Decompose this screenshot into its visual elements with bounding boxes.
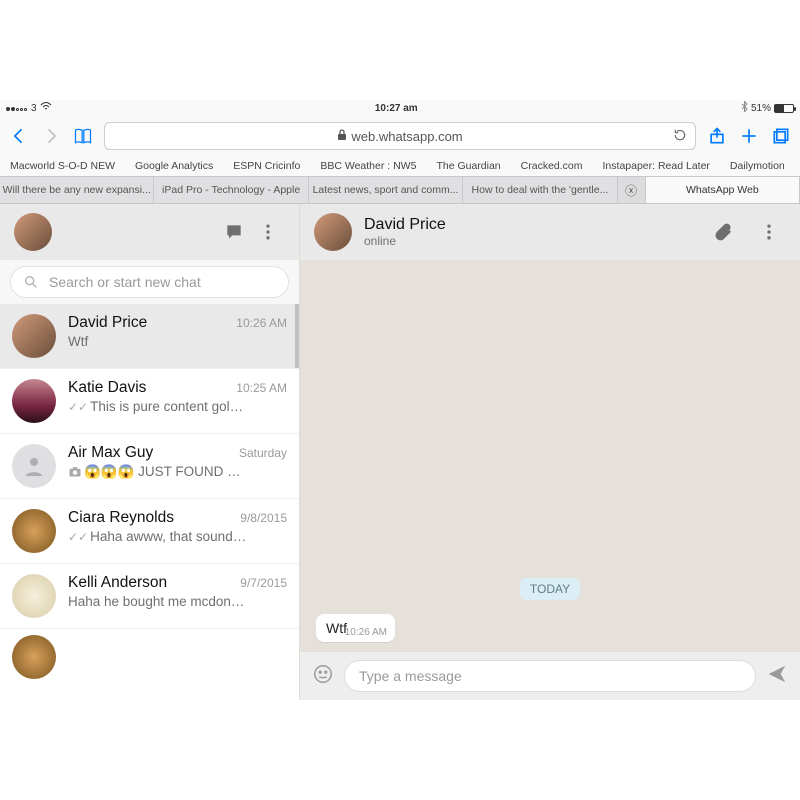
carrier-label: 3 — [31, 103, 37, 114]
last-time: 9/8/2015 — [240, 511, 287, 525]
conversation-name: David Price — [364, 216, 446, 234]
wifi-icon — [40, 102, 52, 114]
tabs-overview-button[interactable] — [770, 125, 792, 147]
forward-button[interactable] — [40, 125, 62, 147]
chat-list-item[interactable]: Kelli Anderson 9/7/2015 Haha he bought me… — [0, 564, 299, 629]
last-time: Saturday — [239, 446, 287, 460]
message-input-bar: Type a message — [300, 652, 800, 700]
new-chat-icon[interactable] — [217, 215, 251, 249]
favorites-bar: Macworld S-O-D NEW Google Analytics ESPN… — [0, 156, 800, 176]
menu-icon[interactable] — [251, 215, 285, 249]
browser-tab[interactable]: How to deal with the 'gentle... — [463, 177, 617, 203]
contact-name: Air Max Guy — [68, 444, 153, 462]
conversation-pane: David Price online TODAY Wtf 10:26 AM Ty… — [300, 204, 800, 700]
last-time: 10:25 AM — [236, 381, 287, 395]
message-input[interactable]: Type a message — [344, 660, 756, 692]
browser-tab[interactable]: iPad Pro - Technology - Apple — [154, 177, 308, 203]
fav-link[interactable]: ESPN Cricinfo — [233, 160, 300, 172]
chat-list-item[interactable]: Ciara Reynolds 9/8/2015 ✓✓Haha awww, that… — [0, 499, 299, 564]
back-button[interactable] — [8, 125, 30, 147]
fav-link[interactable]: The Guardian — [436, 160, 500, 172]
message-bubble: Wtf 10:26 AM — [316, 614, 395, 642]
date-chip: TODAY — [520, 578, 580, 600]
safari-toolbar: web.whatsapp.com — [0, 116, 800, 156]
fav-link[interactable]: Dailymotion — [730, 160, 785, 172]
clock: 10:27 am — [375, 103, 418, 114]
fav-link[interactable]: Google Analytics — [135, 160, 213, 172]
attach-icon[interactable] — [706, 215, 740, 249]
tab-strip: Will there be any new expansi... iPad Pr… — [0, 176, 800, 204]
fav-link[interactable]: Instapaper: Read Later — [603, 160, 710, 172]
last-time: 10:26 AM — [236, 316, 287, 330]
signal-dots — [6, 103, 28, 114]
sidebar-header — [0, 204, 299, 260]
browser-tab[interactable]: Will there be any new expansi... — [0, 177, 154, 203]
bluetooth-icon — [741, 101, 748, 115]
contact-avatar — [12, 509, 56, 553]
chat-list-item[interactable] — [0, 635, 299, 655]
battery-icon — [774, 104, 794, 113]
contact-avatar — [12, 574, 56, 618]
search-input[interactable]: Search or start new chat — [10, 266, 289, 298]
read-ticks-icon: ✓✓ — [68, 530, 88, 544]
own-avatar[interactable] — [14, 213, 52, 251]
lock-icon — [337, 129, 347, 144]
conversation-status: online — [364, 234, 446, 248]
contact-name: Katie Davis — [68, 379, 146, 397]
preview-text: 😱😱😱 JUST FOUND … — [84, 464, 241, 480]
fav-link[interactable]: Cracked.com — [521, 160, 583, 172]
browser-tab-active[interactable]: WhatsApp Web — [646, 177, 800, 203]
new-tab-button[interactable] — [738, 125, 760, 147]
last-time: 9/7/2015 — [240, 576, 287, 590]
conversation-avatar[interactable] — [314, 213, 352, 251]
close-tab-icon[interactable]: ⓧ — [618, 177, 646, 203]
search-placeholder: Search or start new chat — [49, 274, 201, 290]
preview-text: This is pure content gol… — [90, 399, 243, 414]
contact-name: David Price — [68, 314, 147, 332]
contact-avatar — [12, 444, 56, 488]
preview-text: Haha awww, that sound… — [90, 529, 246, 544]
contact-avatar — [12, 314, 56, 358]
conversation-menu-icon[interactable] — [752, 215, 786, 249]
send-icon[interactable] — [766, 663, 788, 690]
bookmarks-button[interactable] — [72, 125, 94, 147]
url-host: web.whatsapp.com — [351, 129, 462, 144]
contact-name: Ciara Reynolds — [68, 509, 174, 527]
contact-avatar — [12, 635, 56, 679]
share-button[interactable] — [706, 125, 728, 147]
ios-status-bar: 3 10:27 am 51% — [0, 100, 800, 116]
input-placeholder: Type a message — [359, 668, 462, 684]
chat-list[interactable]: David Price 10:26 AM Wtf Katie Davis 10:25… — [0, 304, 299, 700]
chat-list-item[interactable]: David Price 10:26 AM Wtf — [0, 304, 299, 369]
conversation-header: David Price online — [300, 204, 800, 260]
preview-text: Wtf — [68, 334, 287, 349]
message-area[interactable]: TODAY Wtf 10:26 AM — [300, 260, 800, 652]
chat-list-item[interactable]: Air Max Guy Saturday 😱😱😱 JUST FOUND … — [0, 434, 299, 499]
contact-name: Kelli Anderson — [68, 574, 167, 592]
browser-tab[interactable]: Latest news, sport and comm... — [309, 177, 463, 203]
message-time: 10:26 AM — [345, 627, 387, 638]
chat-sidebar: Search or start new chat David Price 10:2… — [0, 204, 300, 700]
chat-list-item[interactable]: Katie Davis 10:25 AM ✓✓This is pure conte… — [0, 369, 299, 434]
read-ticks-icon: ✓✓ — [68, 400, 88, 414]
contact-avatar — [12, 379, 56, 423]
search-icon — [23, 274, 39, 290]
camera-icon — [68, 465, 82, 480]
reload-icon[interactable] — [673, 128, 687, 145]
fav-link[interactable]: BBC Weather : NW5 — [320, 160, 416, 172]
emoji-icon[interactable] — [312, 663, 334, 690]
preview-text: Haha he bought me mcdon… — [68, 594, 287, 609]
url-bar[interactable]: web.whatsapp.com — [104, 122, 696, 150]
battery-pct: 51% — [751, 103, 771, 114]
fav-link[interactable]: Macworld S-O-D NEW — [10, 160, 115, 172]
